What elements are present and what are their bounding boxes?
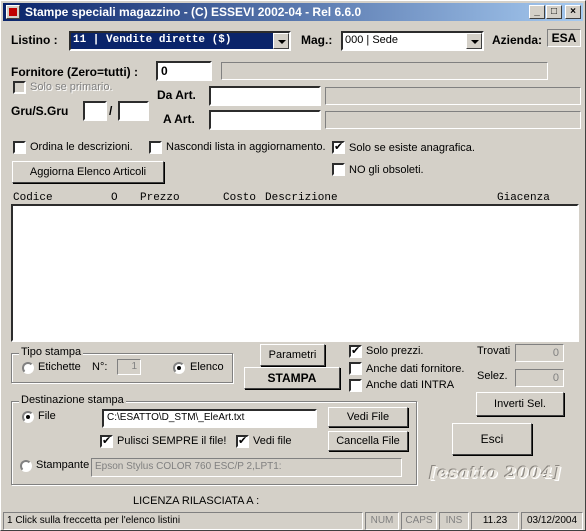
dati-fornitore-label: Anche dati fornitore.	[366, 363, 465, 375]
ins-indicator: INS	[439, 512, 469, 530]
column-header-codice[interactable]: Codice	[13, 192, 53, 204]
window-title: Stampe speciali magazzino - (C) ESSEVI 2…	[25, 5, 362, 19]
fornitore-label: Fornitore (Zero=tutti) :	[11, 65, 138, 79]
listino-value: 11 | Vendite dirette ($)	[73, 34, 232, 46]
licenza-label: LICENZA RILASCIATA A :	[133, 495, 260, 507]
app-icon[interactable]	[6, 5, 20, 19]
file-path-input[interactable]: C:\ESATTO\D_STM\_EleArt.txt	[102, 409, 317, 428]
stampa-button[interactable]: STAMPA	[244, 367, 340, 389]
esatto-logo: [esatto 2004]	[429, 463, 563, 482]
ordina-checkbox[interactable]	[13, 141, 26, 154]
vedi-file-label: Vedi File	[346, 411, 390, 423]
num-indicator: NUM	[365, 512, 399, 530]
file-label: File	[38, 410, 56, 422]
esci-label: Esci	[480, 432, 504, 446]
no-obsoleti-checkbox[interactable]	[332, 163, 345, 176]
status-time: 11.23	[471, 512, 519, 530]
aggiorna-elenco-label: Aggiorna Elenco Articoli	[29, 166, 147, 178]
chevron-down-icon[interactable]	[466, 33, 482, 49]
destinazione-title: Destinazione stampa	[19, 394, 126, 406]
trovati-label: Trovati	[477, 345, 511, 357]
azienda-label: Azienda:	[492, 33, 543, 47]
column-header-descrizione[interactable]: Descrizione	[265, 192, 338, 204]
status-message: 1 Click sulla freccetta per l'elenco lis…	[3, 512, 363, 530]
inverti-sel-button[interactable]: Inverti Sel.	[476, 392, 564, 416]
close-button[interactable]: ×	[565, 5, 581, 19]
tipo-stampa-title: Tipo stampa	[19, 346, 84, 358]
vedi-label: Vedi file	[253, 435, 292, 447]
da-art-description	[325, 87, 581, 105]
stampante-radio[interactable]	[20, 460, 32, 472]
da-art-label: Da Art.	[157, 88, 196, 102]
parametri-button[interactable]: Parametri	[260, 344, 325, 366]
fornitore-description	[221, 62, 548, 80]
solo-primario-checkbox[interactable]	[13, 81, 26, 94]
nascondi-checkbox[interactable]	[149, 141, 162, 154]
n-label: N°:	[92, 361, 108, 373]
pulisci-label: Pulisci SEMPRE il file!	[117, 435, 227, 447]
solo-prezzi-checkbox[interactable]	[349, 344, 362, 358]
n-copies-input[interactable]: 1	[117, 359, 141, 375]
vedi-file-button[interactable]: Vedi File	[328, 407, 408, 427]
main-window: Stampe speciali magazzino - (C) ESSEVI 2…	[0, 0, 586, 531]
gru-input[interactable]	[83, 101, 107, 121]
etichette-radio[interactable]	[22, 362, 34, 374]
elenco-radio[interactable]	[173, 362, 185, 374]
solo-anagrafica-checkbox[interactable]	[332, 140, 345, 154]
solo-prezzi-label: Solo prezzi.	[366, 345, 424, 357]
file-radio[interactable]	[22, 411, 34, 423]
no-obsoleti-label: NO gli obsoleti.	[349, 164, 424, 176]
parametri-label: Parametri	[268, 349, 317, 361]
maximize-button[interactable]: □	[546, 5, 562, 19]
inverti-sel-label: Inverti Sel.	[494, 398, 546, 410]
listino-select[interactable]: 11 | Vendite dirette ($)	[69, 31, 291, 51]
fornitore-input[interactable]: 0	[156, 61, 212, 81]
dati-fornitore-checkbox[interactable]	[349, 362, 362, 375]
trovati-value: 0	[515, 344, 564, 362]
mag-select[interactable]: 000 | Sede	[341, 31, 484, 51]
esci-button[interactable]: Esci	[452, 423, 532, 455]
column-header-o[interactable]: O	[111, 192, 118, 204]
column-header-giacenza[interactable]: Giacenza	[497, 192, 550, 204]
title-bar[interactable]: Stampe speciali magazzino - (C) ESSEVI 2…	[3, 3, 583, 21]
gru-label: Gru/S.Gru	[11, 104, 69, 118]
status-date: 03/12/2004	[521, 512, 583, 530]
a-art-label: A Art.	[163, 112, 195, 126]
selez-label: Selez.	[477, 370, 508, 382]
nascondi-label: Nascondi lista in aggiornamento.	[166, 141, 326, 153]
articoli-list[interactable]	[11, 204, 579, 342]
minimize-button[interactable]: _	[529, 5, 545, 19]
etichette-label: Etichette	[38, 361, 81, 373]
cancella-file-button[interactable]: Cancella File	[328, 431, 408, 451]
dati-intra-label: Anche dati INTRA	[366, 379, 455, 391]
listino-label: Listino :	[11, 33, 58, 47]
mag-value: 000 | Sede	[345, 34, 399, 46]
vedi-checkbox[interactable]	[236, 434, 249, 448]
chevron-down-icon[interactable]	[273, 33, 289, 49]
da-art-input[interactable]	[209, 86, 321, 106]
sgru-input[interactable]	[118, 101, 149, 121]
column-header-prezzo[interactable]: Prezzo	[140, 192, 180, 204]
mag-label: Mag.:	[301, 33, 333, 47]
stampante-label: Stampante	[36, 459, 90, 471]
stampa-label: STAMPA	[267, 371, 317, 385]
solo-anagrafica-label: Solo se esiste anagrafica.	[349, 142, 475, 154]
ordina-label: Ordina le descrizioni.	[30, 141, 133, 153]
a-art-input[interactable]	[209, 110, 321, 130]
dati-intra-checkbox[interactable]	[349, 379, 362, 392]
solo-primario-label: Solo se primario.	[30, 81, 113, 93]
stampante-field: Epson Stylus COLOR 760 ESC/P 2,LPT1:	[91, 458, 402, 477]
selez-value: 0	[515, 369, 564, 387]
gru-separator: /	[109, 104, 113, 118]
aggiorna-elenco-button[interactable]: Aggiorna Elenco Articoli	[12, 161, 164, 183]
cancella-file-label: Cancella File	[336, 435, 400, 447]
a-art-description	[325, 111, 581, 129]
pulisci-checkbox[interactable]	[100, 434, 113, 448]
column-header-costo[interactable]: Costo	[223, 192, 256, 204]
elenco-label: Elenco	[190, 361, 224, 373]
azienda-value: ESA	[547, 29, 581, 47]
caps-indicator: CAPS	[401, 512, 437, 530]
